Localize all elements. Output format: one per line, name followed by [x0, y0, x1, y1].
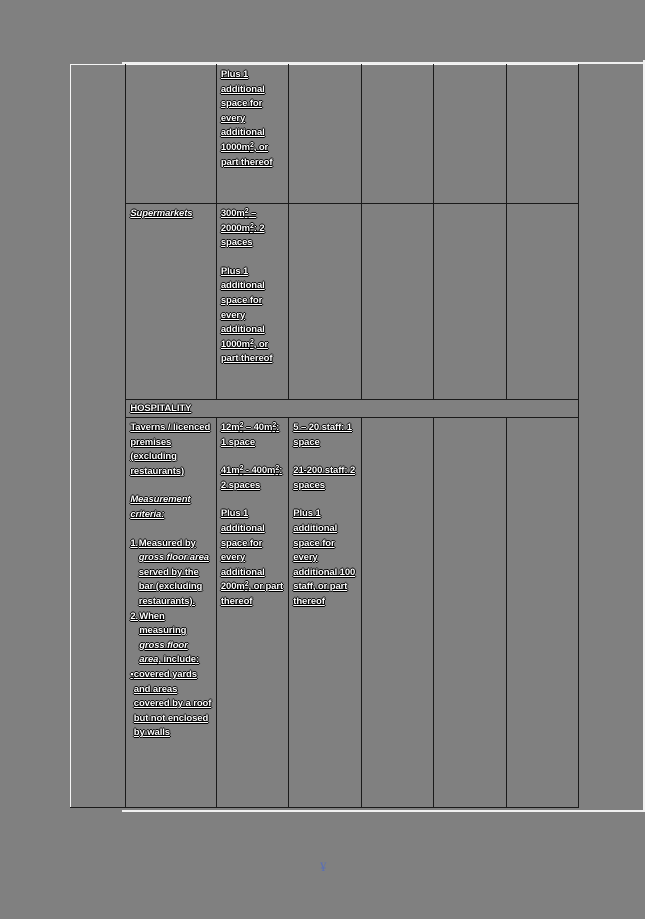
page-bottom-edge: [122, 810, 643, 812]
activity-cell: [125, 64, 217, 204]
tavern-threshold-1: 12m2 – 40m2: 1 space: [220, 422, 280, 448]
activity-cell: Supermarkets: [125, 203, 217, 400]
criteria-2-number: 2.: [130, 610, 139, 622]
criteria-1-part-3: served by the bar (excluding restaurants…: [138, 566, 203, 607]
activity-label-supermarkets: Supermarkets: [130, 208, 193, 219]
column-four-cell: [360, 64, 435, 204]
column-five-cell: [433, 64, 507, 204]
activity-group-column-cell: [69, 64, 127, 808]
column-six-cell: [505, 417, 580, 808]
plus-one-space-text-row1: Plus 1 additional space for every additi…: [220, 69, 273, 168]
criteria-bullet-1: covered yards and areas covered by a roo…: [133, 668, 212, 739]
staff-threshold-cell: [288, 64, 362, 204]
floor-area-threshold-text: Plus 1 additional space for every additi…: [217, 65, 288, 174]
parking-requirements-table: Plus 1 additional space for every additi…: [69, 64, 580, 808]
section-header-cell: HOSPITALITY: [125, 399, 579, 418]
column-six-cell: [505, 64, 580, 204]
activity-cell: Taverns / licenced premises (excluding r…: [125, 417, 217, 808]
text-cursor-artifact: ¥: [320, 859, 327, 874]
criteria-2-part-1: When measuring: [139, 610, 187, 637]
floor-area-threshold-cell: Plus 1 additional space for every additi…: [215, 64, 290, 204]
staff-threshold-1: 5 – 20 staff: 1 space: [293, 422, 352, 448]
criteria-1-part-2: gross floor area: [138, 552, 209, 564]
section-header-row: HOSPITALITY: [71, 399, 579, 418]
staff-threshold-cell: 5 – 20 staff: 1 space 21-200 staff: 2 sp…: [288, 417, 362, 808]
column-four-cell: [360, 203, 435, 400]
staff-threshold-cell: [288, 203, 362, 400]
staff-plus-one-text: Plus 1 additional space for every additi…: [293, 508, 356, 607]
activity-label-taverns: Taverns / licenced premises (excluding r…: [130, 422, 211, 477]
column-five-cell: [433, 203, 507, 400]
column-four-cell: [360, 417, 435, 808]
tavern-plus-one-text: Plus 1 additional space for every additi…: [220, 508, 284, 607]
table-row: Plus 1 additional space for every additi…: [69, 64, 580, 808]
floor-area-threshold-cell: 12m2 – 40m2: 1 space 41m2 - 400m2: 2 spa…: [215, 417, 290, 808]
section-header-label: HOSPITALITY: [130, 403, 192, 414]
table-row: Taverns / licenced premises (excluding r…: [71, 417, 580, 808]
criteria-1-number: 1.: [130, 537, 139, 549]
supermarket-threshold-text: 300m2 – 2000m2: 2 spaces: [220, 208, 265, 249]
table-row: Supermarkets 300m2 – 2000m2: 2 spaces Pl…: [71, 203, 580, 400]
floor-area-threshold-cell: 300m2 – 2000m2: 2 spaces Plus 1 addition…: [215, 203, 290, 400]
tavern-threshold-2: 41m2 - 400m2: 2 spaces: [220, 465, 283, 491]
measurement-criteria-list: 1. Measured by gross floor area served b…: [130, 537, 212, 741]
supermarket-plus-one-text: Plus 1 additional space for every additi…: [220, 265, 273, 365]
criteria-2-part-3: , include:: [158, 654, 200, 666]
criteria-1-part-1: Measured by: [138, 537, 196, 549]
column-five-cell: [433, 417, 507, 808]
column-six-cell: [505, 203, 580, 400]
activity-text: [126, 65, 216, 72]
staff-threshold-2: 21-200 staff: 2 spaces: [293, 465, 356, 491]
measurement-criteria-heading: Measurement criteria:: [130, 494, 191, 520]
